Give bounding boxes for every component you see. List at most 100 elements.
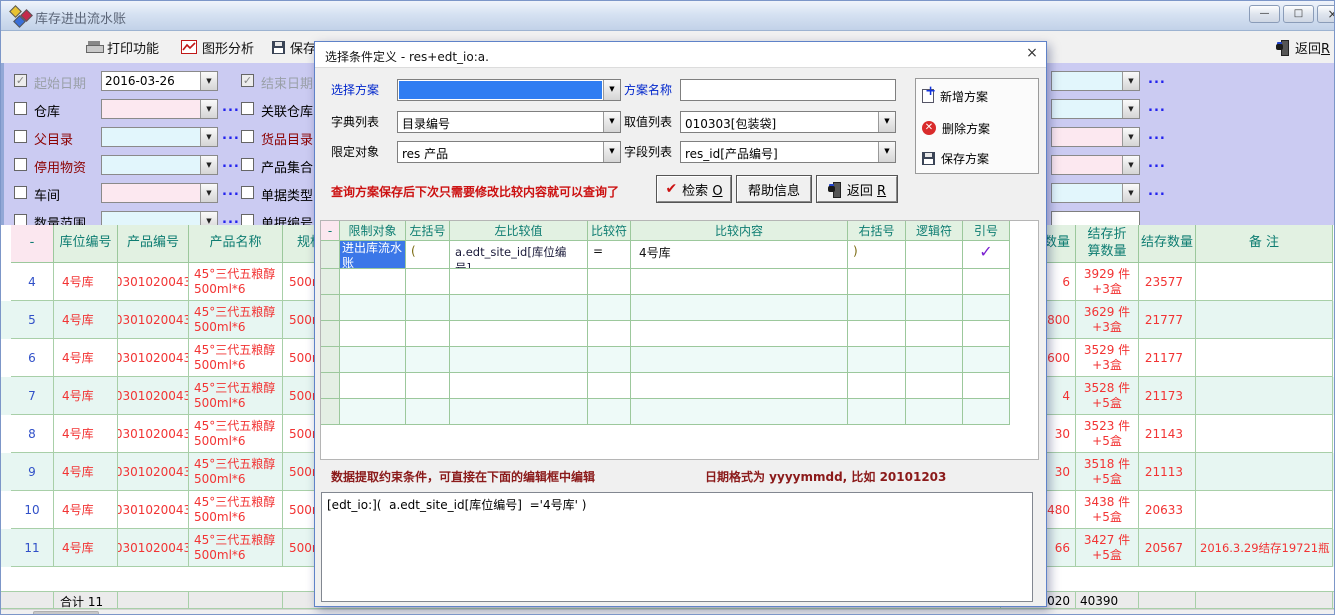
start-date-checkbox[interactable]: ✓ (14, 74, 27, 87)
exit-door-icon (828, 182, 842, 196)
chevron-down-icon: ▼ (603, 142, 620, 162)
parent-catalog-dropdown[interactable]: ▼ (101, 127, 218, 147)
right-dropdown-4[interactable]: ▼ (1051, 155, 1140, 175)
return-button-top[interactable]: 返回R (1276, 36, 1330, 58)
cell-lparen[interactable]: ( (406, 241, 450, 269)
chevron-down-icon: ▼ (200, 156, 217, 174)
workshop-dropdown[interactable]: ▼ (101, 183, 218, 203)
warehouse-browse-link[interactable]: ... (222, 100, 240, 115)
chevron-down-icon: ▼ (1122, 184, 1139, 202)
empty-grid-row[interactable] (321, 321, 1010, 347)
expression-editor[interactable]: [edt_io:]( a.edt_site_id[库位编号] ='4号库' ) (321, 492, 1033, 602)
save-plan-button[interactable]: 保存方案 (922, 147, 1034, 169)
plan-name-input[interactable] (680, 79, 896, 101)
scrollbar-thumb[interactable] (33, 611, 99, 615)
grid-header-object: 限制对象 (340, 221, 406, 241)
value-list-dropdown[interactable]: 010303[包装袋] ▼ (680, 111, 896, 133)
right-dropdown-1[interactable]: ▼ (1051, 71, 1140, 91)
disabled-material-dropdown[interactable]: ▼ (101, 155, 218, 175)
empty-grid-row[interactable] (321, 399, 1010, 425)
col-header-rownum[interactable]: - (11, 225, 54, 263)
right-dropdown-3[interactable]: ▼ (1051, 127, 1140, 147)
right-browse-link-2[interactable]: ... (1148, 100, 1166, 115)
cell-lvalue[interactable]: a.edt_site_id[库位编号] (450, 241, 588, 269)
goods-catalog-checkbox[interactable] (241, 130, 254, 143)
start-date-label: 起始日期 (34, 73, 86, 92)
minimize-button[interactable]: — (1249, 5, 1280, 23)
workshop-browse-link[interactable]: ... (222, 184, 240, 199)
grid-header-rparen: 右括号 (848, 221, 906, 241)
maximize-button[interactable]: □ (1283, 5, 1314, 23)
warehouse-dropdown[interactable]: ▼ (101, 99, 218, 119)
return-label: 返回R (1295, 38, 1330, 57)
right-browse-link-5[interactable]: ... (1148, 184, 1166, 199)
right-browse-link-1[interactable]: ... (1148, 72, 1166, 87)
return-button[interactable]: 返回 R (817, 176, 897, 202)
cell-object[interactable]: 进出库流水账 (340, 241, 406, 269)
col-header-product-name[interactable]: 产品名称 (189, 225, 283, 263)
parent-catalog-browse-link[interactable]: ... (222, 128, 240, 143)
workshop-label: 车间 (34, 185, 60, 204)
plan-name-label: 方案名称 (624, 79, 672, 101)
help-button[interactable]: 帮助信息 (737, 176, 811, 202)
horizontal-scrollbar[interactable] (1, 609, 1335, 615)
empty-grid-row[interactable] (321, 295, 1010, 321)
graph-label: 图形分析 (202, 38, 254, 57)
col-header-balance[interactable]: 结存数量 (1139, 225, 1196, 263)
date-format-hint: 日期格式为 yyyymmdd, 比如 20101203 (705, 468, 946, 485)
linked-warehouse-checkbox[interactable] (241, 102, 254, 115)
col-header-site[interactable]: 库位编号 (54, 225, 118, 263)
empty-grid-row[interactable] (321, 373, 1010, 399)
graph-analysis-button[interactable]: 图形分析 (181, 36, 254, 58)
floppy-icon (922, 152, 935, 165)
linked-warehouse-label: 关联仓库 (261, 101, 313, 120)
disabled-material-checkbox[interactable] (14, 158, 27, 171)
field-list-dropdown[interactable]: res_id[产品编号] ▼ (680, 141, 896, 163)
delete-plan-button[interactable]: ✕ 删除方案 (922, 117, 1034, 139)
printer-icon (86, 41, 102, 54)
col-header-note[interactable]: 备 注 (1196, 225, 1333, 263)
app-window: 库存进出流水账 — □ × 打印功能 图形分析 保存数据 返回R ✓ 起始日期 … (0, 0, 1335, 615)
dialog-title-bar: 选择条件定义 - res+edt_io:a. × (315, 42, 1046, 68)
right-dropdown-5[interactable]: ▼ (1051, 183, 1140, 203)
cell-rparen[interactable]: ) (848, 241, 906, 269)
grid-header-operator: 比较符 (588, 221, 631, 241)
search-button[interactable]: ✔ 检索 O (657, 176, 731, 202)
doc-type-checkbox[interactable] (241, 186, 254, 199)
warehouse-checkbox[interactable] (14, 102, 27, 115)
cell-logic[interactable] (906, 241, 963, 269)
product-set-label: 产品集合 (261, 157, 313, 176)
empty-grid-row[interactable] (321, 269, 1010, 295)
add-plan-button[interactable]: 新增方案 (922, 85, 1034, 107)
summary-total: 合计 11 (54, 592, 118, 610)
close-button[interactable]: × (1317, 5, 1335, 23)
plan-select-dropdown[interactable]: ▼ (397, 79, 621, 101)
empty-grid-row[interactable] (321, 347, 1010, 373)
plan-hint-text: 查询方案保存后下次只需要修改比较内容就可以查询了 (331, 183, 619, 200)
cell-operator[interactable]: = (588, 241, 631, 269)
dialog-close-icon[interactable]: × (1022, 45, 1042, 65)
print-button[interactable]: 打印功能 (86, 36, 159, 58)
col-header-converted[interactable]: 结存折算数量 (1076, 225, 1139, 263)
title-bar: 库存进出流水账 — □ × (1, 1, 1335, 31)
chevron-down-icon: ▼ (200, 72, 217, 90)
disabled-material-browse-link[interactable]: ... (222, 156, 240, 171)
chevron-down-icon: ▼ (603, 112, 620, 132)
right-browse-link-4[interactable]: ... (1148, 156, 1166, 171)
end-date-checkbox[interactable]: ✓ (241, 74, 254, 87)
grid-header-indicator: - (321, 221, 340, 241)
dict-list-dropdown[interactable]: 目录编号 ▼ (397, 111, 621, 133)
doc-type-label: 单据类型 (261, 185, 313, 204)
workshop-checkbox[interactable] (14, 186, 27, 199)
right-browse-link-3[interactable]: ... (1148, 128, 1166, 143)
col-header-product-id[interactable]: 产品编号 (118, 225, 189, 263)
parent-catalog-checkbox[interactable] (14, 130, 27, 143)
cell-content[interactable]: 4号库 (631, 241, 848, 269)
cell-quote-check[interactable]: ✓ (963, 241, 1010, 269)
product-set-checkbox[interactable] (241, 158, 254, 171)
target-object-dropdown[interactable]: res 产品 ▼ (397, 141, 621, 163)
chevron-down-icon: ▼ (603, 80, 620, 100)
start-date-dropdown[interactable]: 2016-03-26 ▼ (101, 71, 218, 91)
chevron-down-icon: ▼ (1122, 72, 1139, 90)
right-dropdown-2[interactable]: ▼ (1051, 99, 1140, 119)
